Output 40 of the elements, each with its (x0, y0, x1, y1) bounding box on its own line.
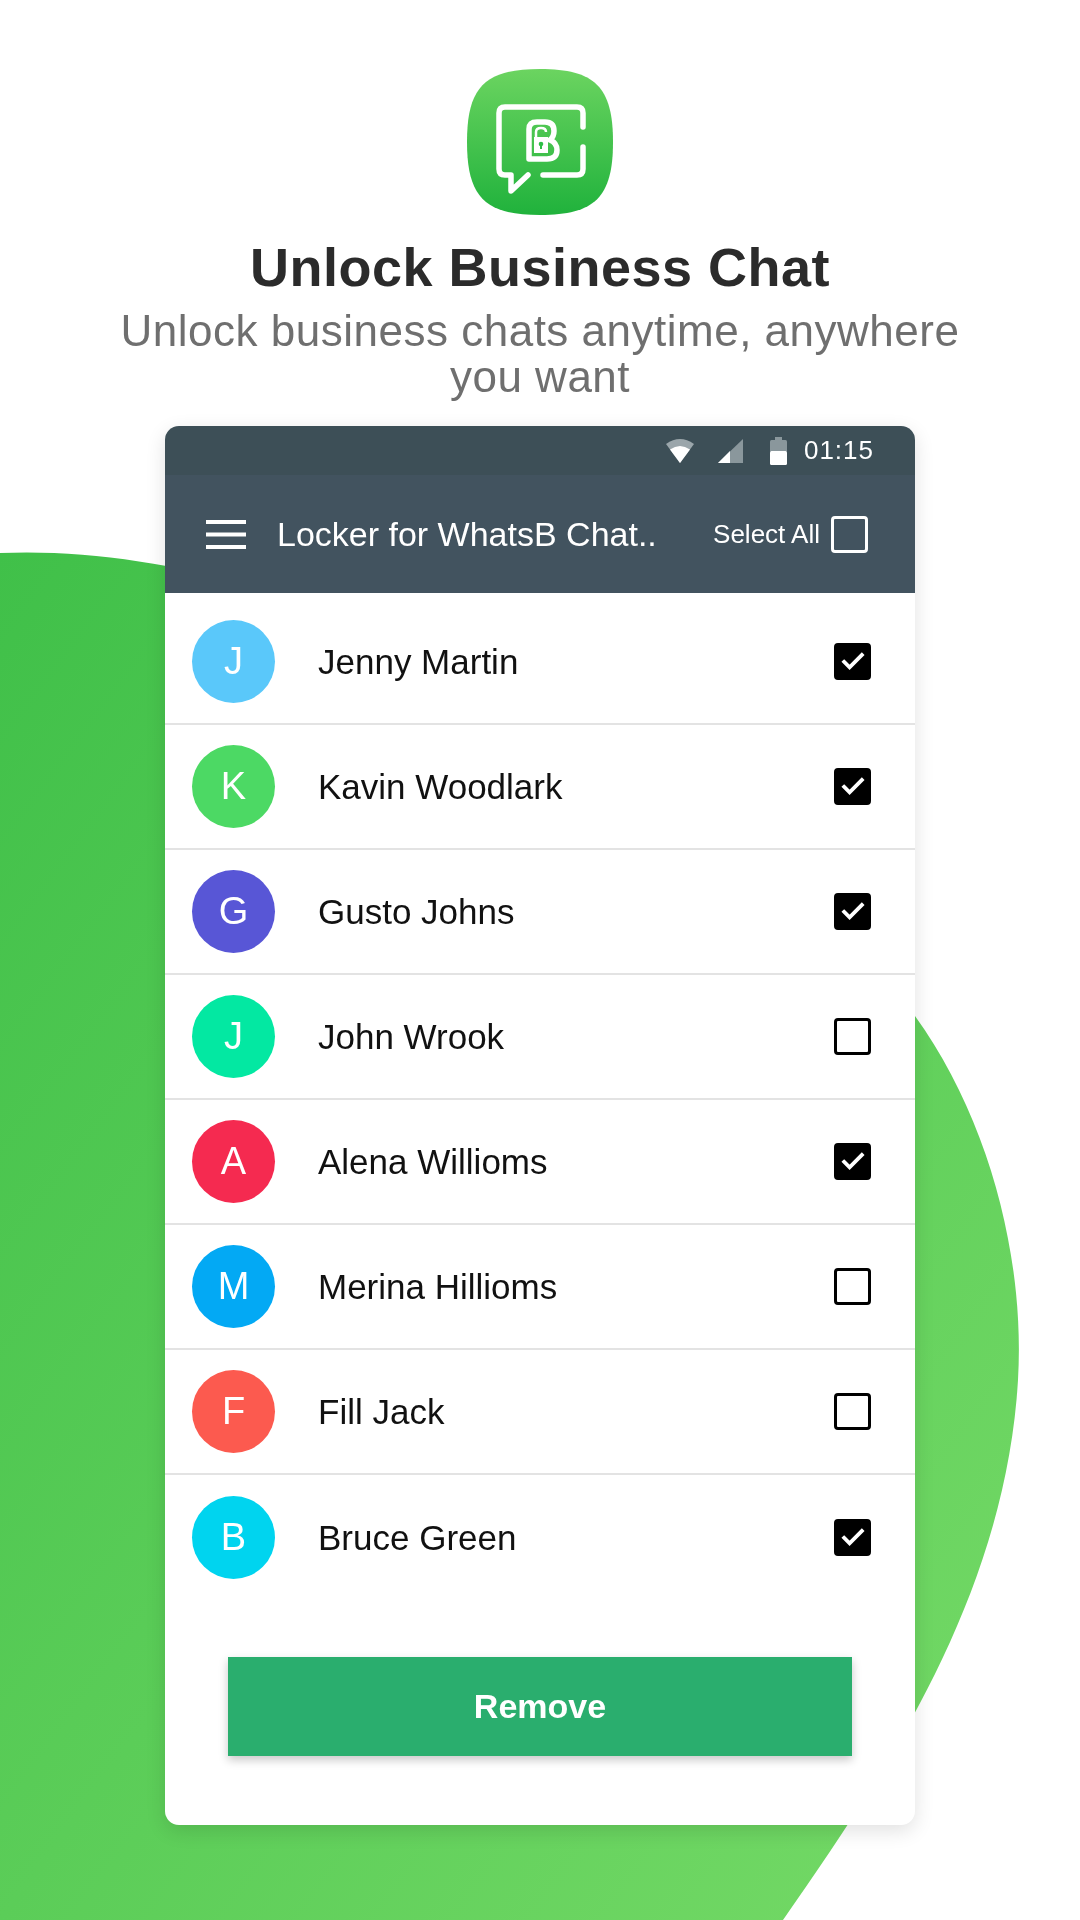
contact-name: Fill Jack (318, 1391, 446, 1432)
wifi-icon (665, 438, 694, 463)
contact-name: Bruce Green (318, 1517, 518, 1558)
contact-avatar: J (192, 620, 275, 703)
checkmark-icon (841, 778, 864, 795)
contact-name: Merina Hillioms (318, 1266, 559, 1307)
contact-name: Alena Willioms (318, 1141, 549, 1182)
checkmark-icon (841, 1529, 864, 1546)
checkmark-icon (841, 653, 864, 670)
contact-checkbox[interactable] (834, 893, 871, 930)
contact-name: Kavin Woodlark (318, 766, 564, 807)
contact-avatar: J (192, 995, 275, 1078)
headline: Unlock Business Chat (249, 236, 831, 298)
contact-checkbox[interactable] (834, 1393, 871, 1430)
contact-avatar: K (192, 745, 275, 828)
contact-checkbox[interactable] (834, 1519, 871, 1556)
contact-checkbox[interactable] (834, 768, 871, 805)
select-all-checkbox[interactable] (831, 515, 868, 553)
status-time: 01:15 (803, 435, 874, 466)
contact-avatar: G (192, 870, 275, 953)
contact-avatar: A (192, 1120, 275, 1203)
signal-icon (717, 438, 743, 463)
contact-checkbox[interactable] (834, 1143, 871, 1180)
menu-icon[interactable] (206, 519, 246, 549)
contact-checkbox[interactable] (834, 1268, 871, 1305)
subtitle: Unlock business chats anytime, anywhere you want (119, 308, 961, 400)
contact-name: John Wrook (318, 1016, 506, 1057)
checkmark-icon (841, 1153, 864, 1170)
contact-checkbox[interactable] (834, 643, 871, 680)
select-all-label[interactable]: Select All (713, 518, 820, 550)
app-title: Locker for WhatsB Chat.. (277, 514, 658, 554)
battery-icon (769, 436, 787, 465)
contact-avatar: M (192, 1245, 275, 1328)
contact-name: Jenny Martin (318, 641, 520, 682)
contact-name: Gusto Johns (318, 891, 516, 932)
contact-checkbox[interactable] (834, 1018, 871, 1055)
checkmark-icon (841, 903, 864, 920)
chat-bubble-lock-icon (465, 67, 615, 217)
contact-avatar: F (192, 1370, 275, 1453)
contact-avatar: B (192, 1496, 275, 1579)
